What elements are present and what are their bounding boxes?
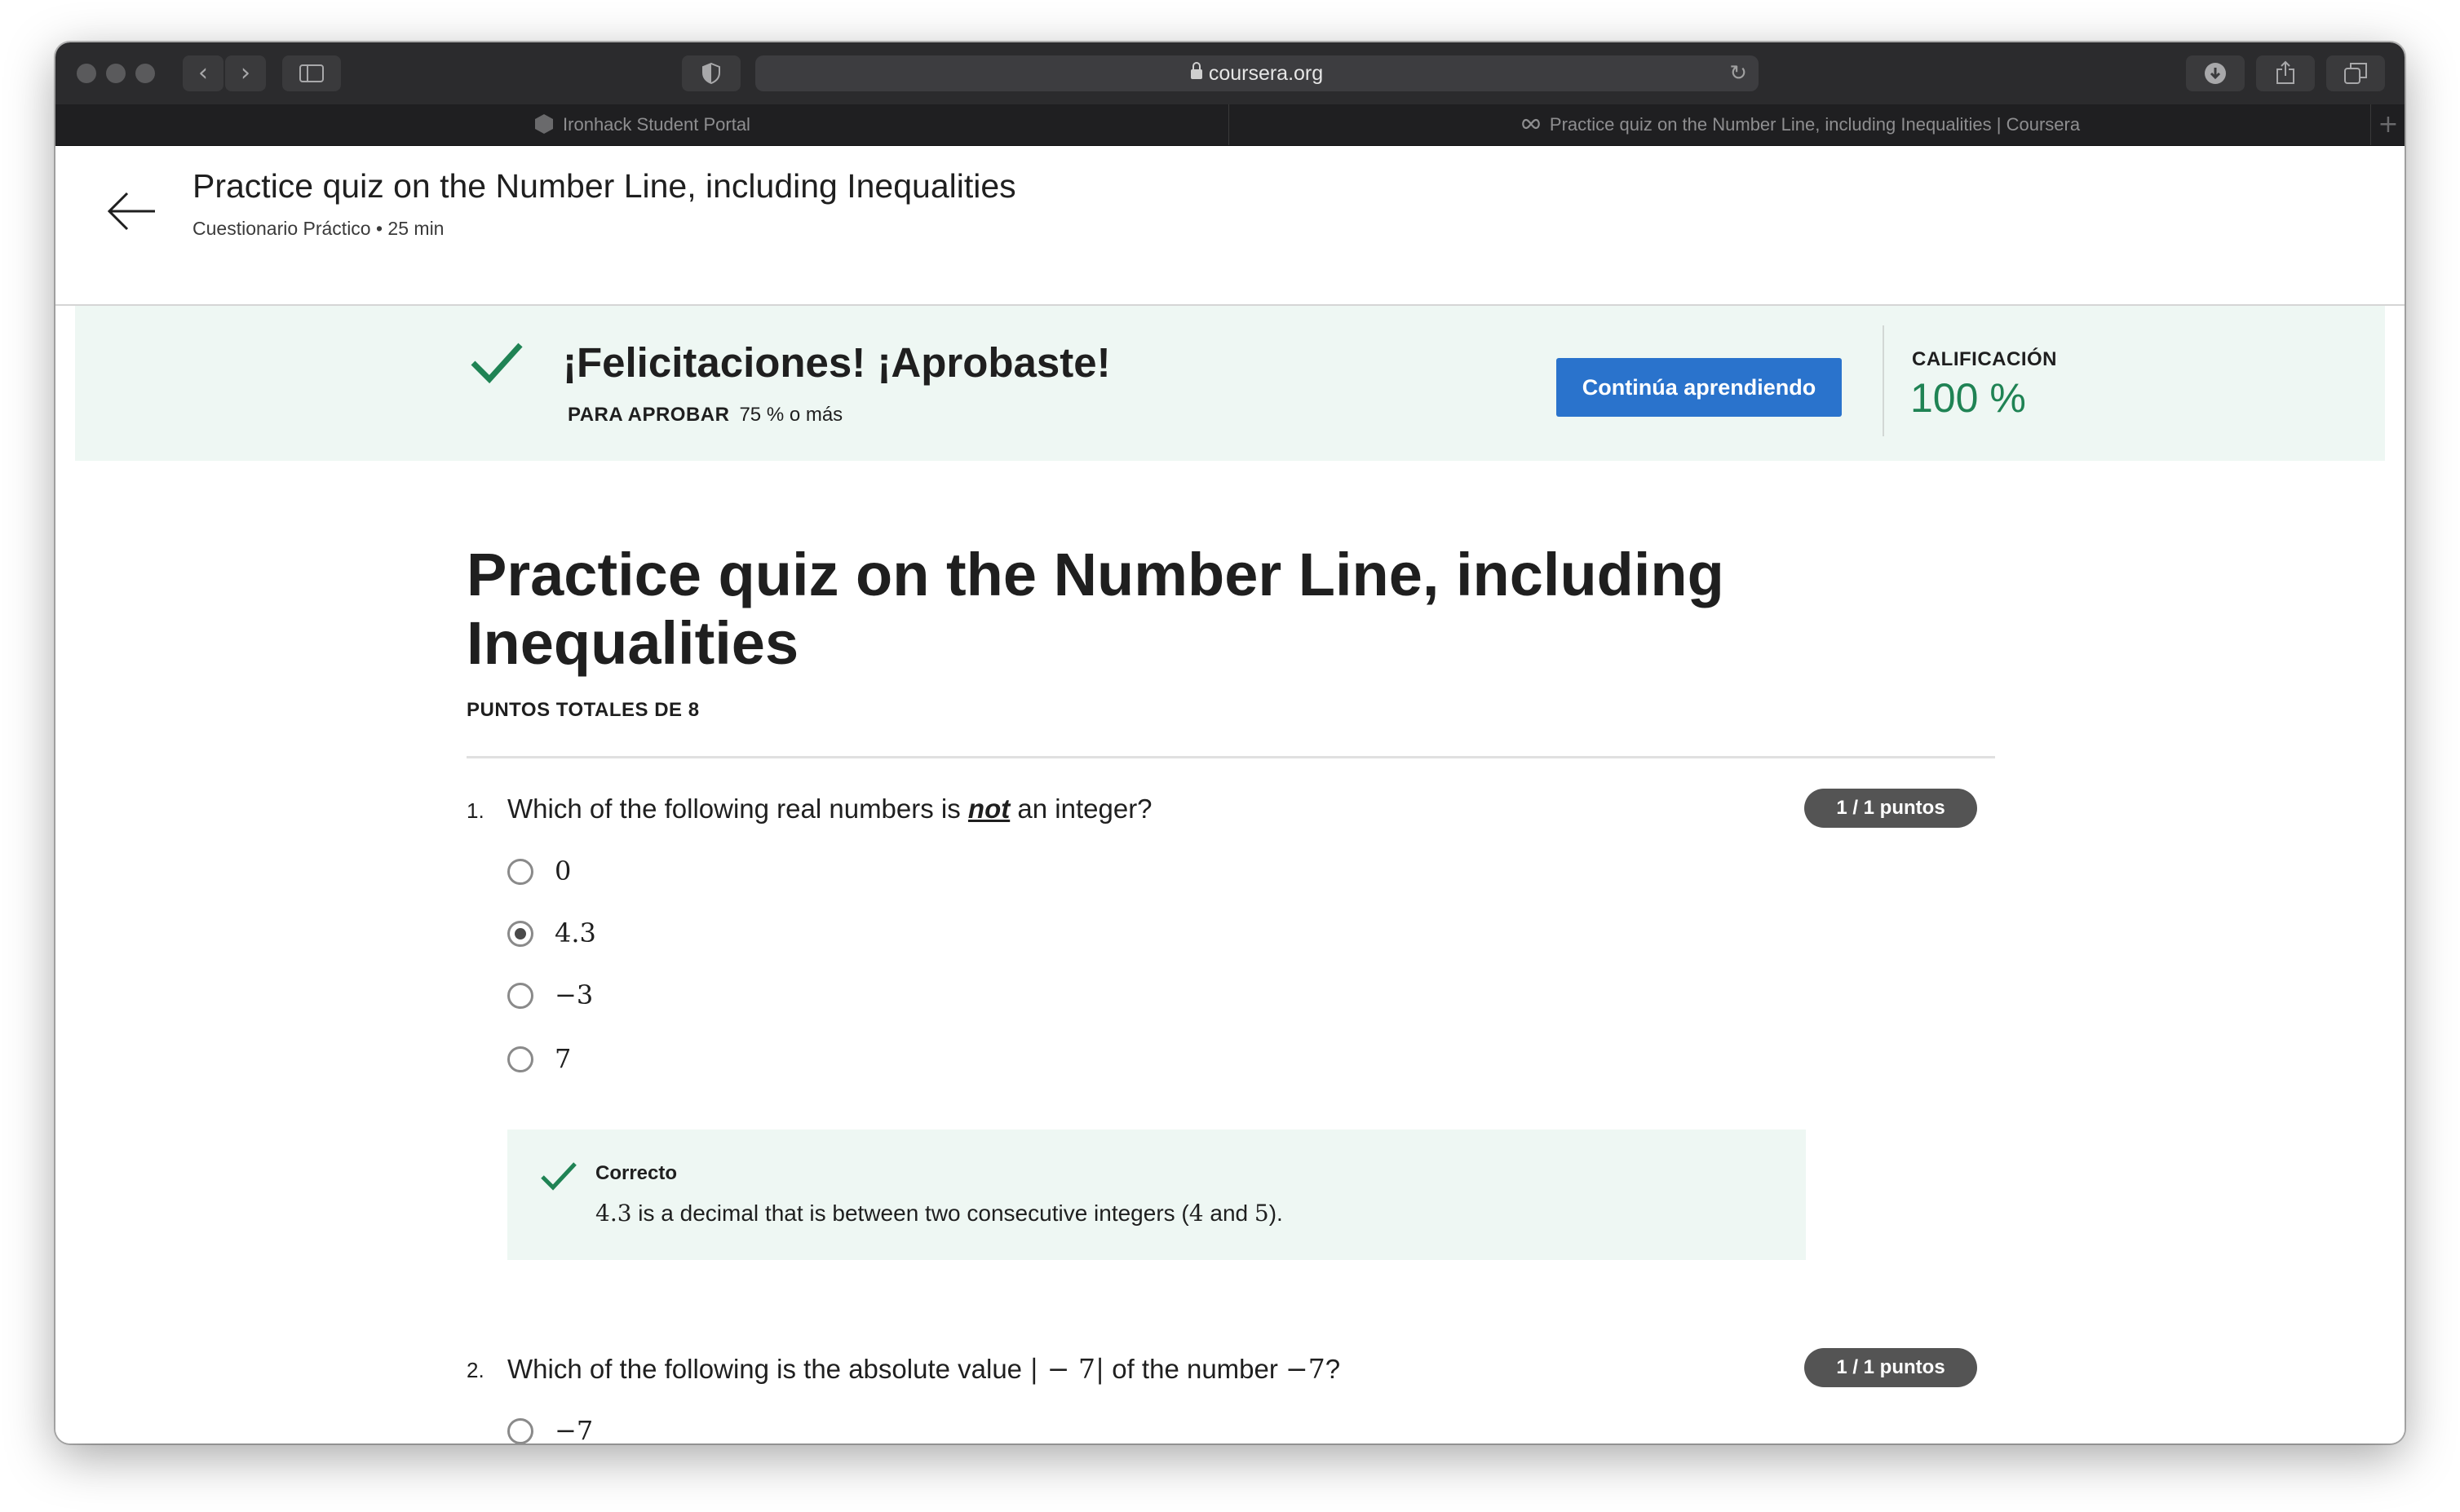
grade-label: CALIFICACIÓN xyxy=(1912,348,2057,370)
tab-label: Practice quiz on the Number Line, includ… xyxy=(1549,114,2081,135)
pass-threshold: 75 % o más xyxy=(739,404,843,426)
tab-ironhack[interactable]: Ironhack Student Portal xyxy=(55,104,1229,145)
feedback-text: 4.3 is a decimal that is between two con… xyxy=(595,1200,1283,1227)
pass-message: ¡Felicitaciones! ¡Aprobaste! xyxy=(563,339,1111,386)
option-label: 7 xyxy=(555,1043,572,1074)
hexagon-icon xyxy=(535,114,554,135)
url-text: coursera.org xyxy=(1208,62,1324,85)
share-button[interactable] xyxy=(2256,55,2315,91)
feedback-title: Correcto xyxy=(595,1162,678,1184)
zoom-window-button[interactable] xyxy=(135,64,155,83)
divider xyxy=(1883,325,1884,436)
option-label: −3 xyxy=(555,979,594,1010)
shield-icon xyxy=(702,62,720,85)
question-emphasis: not xyxy=(967,794,1011,824)
infinity-icon xyxy=(1522,119,1540,130)
continue-learning-button[interactable]: Continúa aprendiendo xyxy=(1556,358,1842,417)
close-window-button[interactable] xyxy=(77,64,96,83)
reload-icon[interactable]: ↻ xyxy=(1729,55,1747,91)
grade-value: 100 % xyxy=(1910,375,2026,421)
tab-coursera[interactable]: Practice quiz on the Number Line, includ… xyxy=(1230,104,2371,145)
new-tab-button[interactable]: + xyxy=(2372,104,2405,145)
points-badge: 1 / 1 puntos xyxy=(1804,1348,1977,1387)
question-math: −7 xyxy=(1285,1353,1325,1385)
question-number: 2. xyxy=(467,1358,484,1382)
browser-window: ‹ › coursera.org ↻ Ironhack Student Port… xyxy=(55,42,2405,1443)
question-text-part: an integer? xyxy=(1010,794,1153,824)
quiz-title: Practice quiz on the Number Line, includ… xyxy=(467,541,1724,677)
radio-button[interactable] xyxy=(507,1418,533,1443)
pass-threshold-row: PARA APROBAR 75 % o más xyxy=(568,404,843,427)
minimize-window-button[interactable] xyxy=(106,64,126,83)
sidebar-icon xyxy=(299,64,324,82)
header-title: Practice quiz on the Number Line, includ… xyxy=(192,167,1016,205)
result-banner: ¡Felicitaciones! ¡Aprobaste! PARA APROBA… xyxy=(75,306,2385,461)
download-icon xyxy=(2205,63,2226,84)
question-text-part: ? xyxy=(1325,1354,1341,1384)
feedback-math: 5 xyxy=(1254,1200,1269,1227)
divider xyxy=(467,756,1995,758)
check-icon xyxy=(541,1162,577,1191)
feedback-math: 4.3 xyxy=(595,1200,632,1227)
plus-icon: + xyxy=(2378,110,2399,139)
pass-label: PARA APROBAR xyxy=(568,404,730,426)
radio-button[interactable] xyxy=(507,983,533,1009)
radio-button[interactable] xyxy=(507,1046,533,1072)
question-text: Which of the following real numbers is n… xyxy=(507,794,1153,825)
tab-bar: Ironhack Student Portal Practice quiz on… xyxy=(55,104,2405,146)
radio-button[interactable] xyxy=(507,859,533,885)
back-arrow-icon[interactable] xyxy=(103,183,160,240)
feedback-text-part: ). xyxy=(1268,1200,1283,1226)
option-label: −7 xyxy=(555,1415,594,1443)
privacy-shield-button[interactable] xyxy=(682,55,741,91)
feedback-text-part: and xyxy=(1203,1200,1254,1226)
question-number: 1. xyxy=(467,798,484,823)
total-points: PUNTOS TOTALES DE 8 xyxy=(467,699,700,721)
feedback-math: 4 xyxy=(1188,1200,1204,1227)
points-badge: 1 / 1 puntos xyxy=(1804,789,1977,828)
chevron-right-icon: › xyxy=(241,59,250,87)
lock-icon xyxy=(1190,62,1202,79)
browser-toolbar: ‹ › coursera.org ↻ xyxy=(55,42,2405,105)
back-nav-button[interactable]: ‹ xyxy=(183,55,223,91)
tabs-icon xyxy=(2344,63,2367,84)
check-icon xyxy=(471,343,523,384)
question-text-part: of the number xyxy=(1104,1354,1286,1384)
radio-button-selected[interactable] xyxy=(507,921,533,947)
option-label: 0 xyxy=(555,855,572,886)
option-label: 4.3 xyxy=(555,917,596,948)
address-bar[interactable]: coursera.org ↻ xyxy=(755,55,1759,91)
share-icon xyxy=(2276,60,2294,84)
page-content: Practice quiz on the Number Line, includ… xyxy=(55,146,2405,1443)
tab-overview-button[interactable] xyxy=(2326,55,2385,91)
chevron-left-icon: ‹ xyxy=(198,59,208,87)
question-text-part: Which of the following real numbers is xyxy=(507,794,968,824)
feedback-box: Correcto 4.3 is a decimal that is betwee… xyxy=(507,1130,1806,1260)
question-text: Which of the following is the absolute v… xyxy=(507,1353,1340,1385)
quiz-header: Practice quiz on the Number Line, includ… xyxy=(55,146,2405,306)
question-math: | − 7| xyxy=(1029,1353,1105,1385)
tab-label: Ironhack Student Portal xyxy=(563,114,750,135)
sidebar-toggle-button[interactable] xyxy=(282,55,341,91)
forward-nav-button[interactable]: › xyxy=(225,55,266,91)
feedback-text-part: is a decimal that is between two consecu… xyxy=(631,1200,1189,1226)
downloads-button[interactable] xyxy=(2186,55,2245,91)
header-subtitle: Cuestionario Práctico • 25 min xyxy=(192,218,445,239)
question-text-part: Which of the following is the absolute v… xyxy=(507,1354,1030,1384)
